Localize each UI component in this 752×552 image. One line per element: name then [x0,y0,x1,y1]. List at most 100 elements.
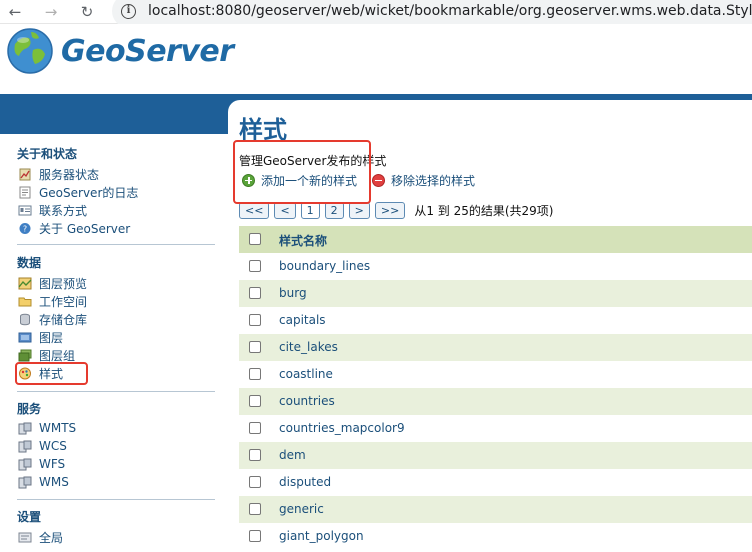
first-page-button[interactable]: << [239,201,270,219]
sidebar-item-layer-preview[interactable]: 图层预览 [18,274,87,292]
sidebar-item-label: 服务器状态 [39,167,100,182]
sidebar-item-label: 图层组 [39,348,76,363]
styles-table: 样式名称 boundary_lines burg capitals cite_l… [239,226,752,550]
about-icon: ? [19,222,31,234]
logo-text[interactable]: GeoServer [61,34,234,69]
sidebar-item-contact[interactable]: 联系方式 [18,201,87,219]
row-checkbox[interactable] [249,530,261,542]
remove-style-link[interactable]: 移除选择的样式 [372,172,475,188]
sidebar-divider [17,391,215,392]
row-checkbox[interactable] [249,314,261,326]
sidebar-section-services: 服务 [17,402,42,416]
prev-page-button[interactable]: < [274,201,296,219]
row-checkbox[interactable] [249,287,261,299]
sidebar-item-label: 图层预览 [39,276,88,291]
row-checkbox[interactable] [249,449,261,461]
style-name-link[interactable]: dem [279,448,306,462]
page-1-button[interactable]: 1 [300,201,320,219]
style-name-link[interactable]: boundary_lines [279,259,370,273]
row-checkbox[interactable] [249,260,261,272]
sidebar-item-wms[interactable]: WMS [18,473,69,491]
row-checkbox[interactable] [249,395,261,407]
sidebar-item-label: 工作空间 [39,294,88,309]
folder-icon [18,297,32,306]
table-row: coastline [239,361,752,388]
service-icon [18,458,32,470]
highlight-box-styles-menu [15,362,88,385]
remove-style-label: 移除选择的样式 [391,173,476,188]
style-name-link[interactable]: giant_polygon [279,529,364,543]
table-row: dem [239,442,752,469]
table-row: giant_polygon [239,523,752,550]
sidebar-item-stores[interactable]: 存储仓库 [18,310,87,328]
table-row: countries_mapcolor9 [239,415,752,442]
sidebar-item-layers[interactable]: 图层 [18,328,63,346]
style-name-link[interactable]: disputed [279,475,331,489]
service-icon [18,440,32,452]
pager-info: 从1 到 25的结果(共29项) [414,203,554,218]
server-status-icon [19,168,31,180]
sidebar-item-label: WMTS [39,421,77,435]
table-header: 样式名称 [239,226,752,253]
select-all-checkbox[interactable] [249,233,261,245]
table-row: cite_lakes [239,334,752,361]
table-row: disputed [239,469,752,496]
sidebar-item-label: 关于 GeoServer [39,221,131,236]
service-icon [18,422,32,434]
sidebar-item-workspaces[interactable]: 工作空间 [18,292,87,310]
url-text[interactable]: localhost:8080/geoserver/web/wicket/book… [148,3,752,19]
layer-group-icon [18,349,32,361]
next-page-button[interactable]: > [348,201,370,219]
sidebar-item-label: WMS [39,475,69,489]
last-page-button[interactable]: >> [374,201,406,219]
column-header-style-name[interactable]: 样式名称 [279,232,327,249]
browser-toolbar: ← → ↻ i localhost:8080/geoserver/web/wic… [0,0,752,28]
style-name-link[interactable]: cite_lakes [279,340,338,354]
sidebar-item-label: WFS [39,457,66,471]
sidebar-item-label: 联系方式 [39,203,88,218]
sidebar-item-label: GeoServer的日志 [39,185,139,200]
forward-arrow-icon[interactable]: → [41,2,61,22]
sidebar-item-global[interactable]: 全局 [18,528,63,546]
style-name-link[interactable]: countries [279,394,335,408]
log-icon [19,186,31,198]
sidebar-item-wcs[interactable]: WCS [18,437,67,455]
layer-preview-icon [18,277,32,289]
sidebar-item-label: 图层 [39,330,64,345]
sidebar-item-log[interactable]: GeoServer的日志 [18,183,138,201]
table-row: generic [239,496,752,523]
geoserver-globe-icon [7,28,53,74]
style-name-link[interactable]: generic [279,502,324,516]
table-row: capitals [239,307,752,334]
sidebar-section-data: 数据 [17,256,42,270]
remove-icon [372,173,385,187]
reload-icon[interactable]: ↻ [77,2,97,22]
highlight-box-actions [233,140,371,204]
row-checkbox[interactable] [249,476,261,488]
global-icon [18,532,32,542]
sidebar-item-label: 存储仓库 [39,312,88,327]
layer-icon [18,332,32,342]
sidebar-item-label: WCS [39,439,67,453]
style-name-link[interactable]: capitals [279,313,326,327]
page-2-button[interactable]: 2 [324,201,344,219]
service-icon [18,476,32,488]
sidebar-item-server-status[interactable]: 服务器状态 [18,165,99,183]
store-icon [20,313,30,325]
style-name-link[interactable]: coastline [279,367,333,381]
svg-text:?: ? [23,224,27,233]
sidebar-section-settings: 设置 [17,510,42,524]
row-checkbox[interactable] [249,503,261,515]
sidebar-item-wfs[interactable]: WFS [18,455,65,473]
site-info-icon[interactable]: i [121,4,136,19]
row-checkbox[interactable] [249,368,261,380]
style-name-link[interactable]: burg [279,286,307,300]
sidebar-item-wmts[interactable]: WMTS [18,419,76,437]
row-checkbox[interactable] [249,341,261,353]
sidebar-section-about: 关于和状态 [17,147,78,161]
back-arrow-icon[interactable]: ← [5,2,25,22]
sidebar-item-about[interactable]: ? 关于 GeoServer [18,219,130,237]
row-checkbox[interactable] [249,422,261,434]
table-row: boundary_lines [239,253,752,280]
style-name-link[interactable]: countries_mapcolor9 [279,421,405,435]
